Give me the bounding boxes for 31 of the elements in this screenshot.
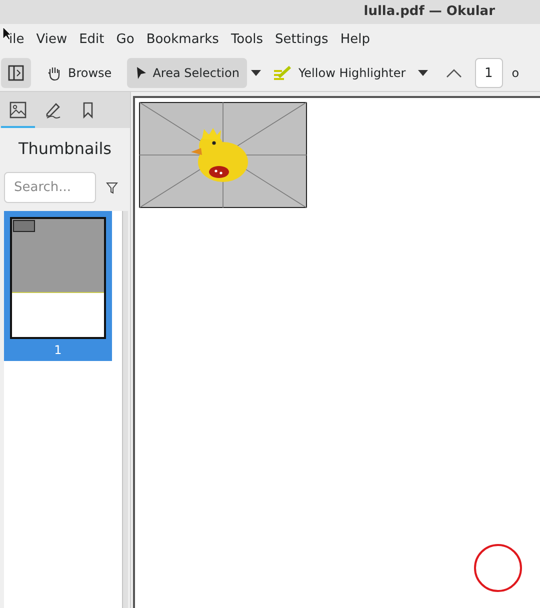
window-title: lulla.pdf — Okular — [364, 3, 495, 22]
caret-icon[interactable] — [250, 69, 262, 77]
bookmark-icon — [81, 101, 95, 119]
menu-item[interactable]: Settings — [274, 30, 328, 50]
click-indicator — [474, 544, 522, 592]
page-label: 1 — [54, 342, 62, 359]
menu-item[interactable]: Edit — [79, 30, 104, 50]
menu-item[interactable]: Bookmarks — [146, 30, 219, 50]
page-number-field[interactable]: 1 — [474, 58, 503, 88]
page-count-label: o — [512, 65, 520, 82]
pen-icon — [44, 101, 62, 119]
up-icon[interactable] — [446, 68, 462, 78]
mouse-cursor-icon — [2, 26, 12, 41]
browse-button[interactable]: Browse — [34, 58, 124, 88]
sidebar-toggle-button[interactable] — [1, 58, 31, 88]
caret-icon[interactable] — [416, 69, 429, 77]
menu-item[interactable]: Help — [340, 30, 370, 50]
sidebar-title: Thumbnails — [18, 138, 112, 160]
menu-item[interactable]: Go — [116, 30, 134, 50]
filter-icon[interactable] — [106, 182, 118, 194]
menu-item[interactable]: ile — [9, 30, 24, 50]
image-icon — [9, 101, 27, 119]
area-selection-button[interactable]: Area Selection — [126, 58, 248, 88]
menu-item[interactable]: Tools — [230, 30, 263, 50]
highlighter-icon — [273, 65, 294, 81]
search-field[interactable]: Search... — [4, 172, 96, 203]
highlighter-button[interactable]: Yellow Highlighter — [265, 58, 414, 88]
pointer-icon — [134, 66, 147, 80]
hand-icon — [46, 65, 62, 81]
sidebar-icon — [8, 65, 24, 81]
menu-item[interactable]: View — [36, 30, 68, 50]
